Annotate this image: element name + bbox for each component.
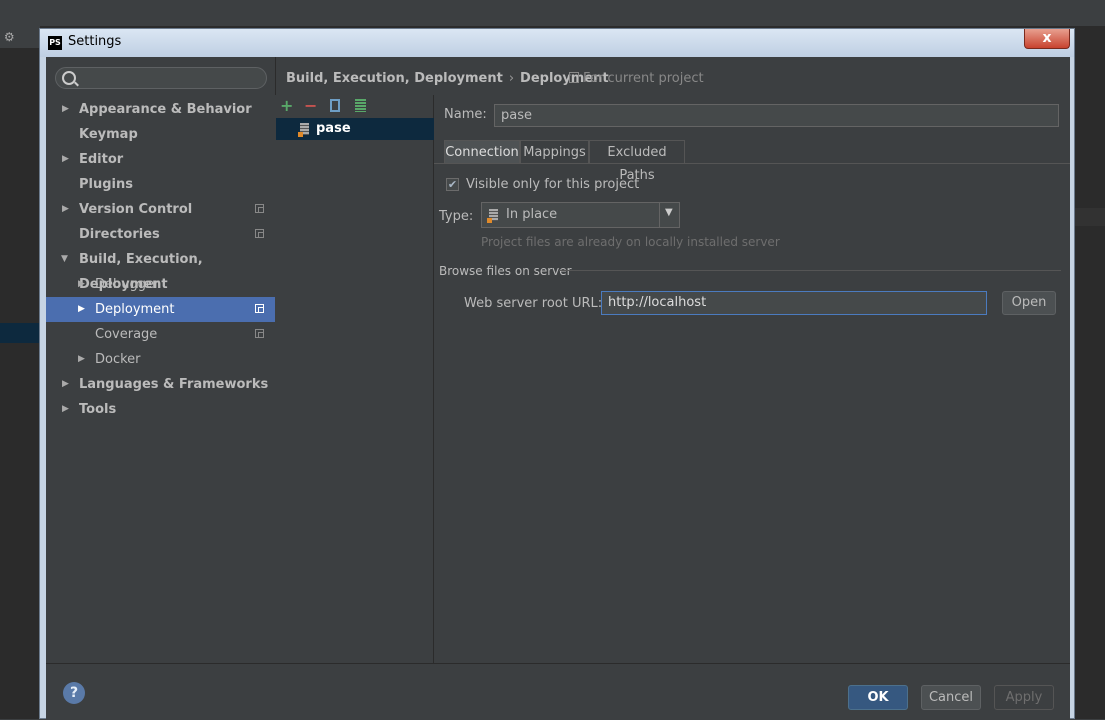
remove-icon[interactable]: − — [304, 96, 317, 115]
sidebar-item-deployment[interactable]: ▶ Deployment — [46, 297, 275, 322]
gear-icon[interactable]: ⚙ — [4, 30, 15, 44]
sidebar-item-coverage[interactable]: Coverage — [46, 322, 275, 347]
add-icon[interactable]: + — [280, 96, 293, 115]
project-scope-icon — [569, 72, 579, 83]
search-input[interactable] — [55, 67, 267, 89]
project-scope-icon — [255, 204, 264, 213]
ide-selected-row — [0, 323, 40, 343]
sidebar-item-languages-frameworks[interactable]: ▶ Languages & Frameworks — [46, 372, 275, 397]
search-icon — [62, 71, 76, 85]
settings-dialog: PS Settings x ▶ Appearance & Behavior Ke… — [39, 28, 1075, 720]
server-icon — [298, 123, 309, 137]
sidebar-item-docker[interactable]: ▶ Docker — [46, 347, 275, 372]
project-scope-icon — [255, 229, 264, 238]
sidebar-item-label: Appearance & Behavior — [79, 102, 252, 117]
chevron-right-icon[interactable]: ▶ — [78, 347, 88, 372]
sidebar-item-label: Deployment — [95, 302, 175, 317]
sidebar-item-tools[interactable]: ▶ Tools — [46, 397, 275, 422]
phpstorm-icon: PS — [48, 36, 62, 50]
web-server-url-field[interactable]: http://localhost — [601, 291, 987, 315]
ok-button[interactable]: OK — [848, 685, 908, 710]
sidebar-item-label: Coverage — [95, 327, 158, 342]
default-server-icon[interactable] — [355, 99, 366, 112]
sidebar-item-label: Version Control — [79, 202, 193, 217]
sidebar-item-label: Debugger — [95, 277, 160, 292]
close-button[interactable]: x — [1024, 29, 1070, 49]
chevron-right-icon[interactable]: ▶ — [62, 197, 72, 222]
sidebar-item-label: Tools — [79, 402, 117, 417]
breadcrumb-separator: › — [508, 71, 515, 86]
type-label: Type: — [439, 209, 474, 224]
tab-connection[interactable]: Connection — [444, 140, 520, 163]
web-server-url-label: Web server root URL: — [464, 296, 603, 311]
section-divider — [559, 270, 1061, 271]
chevron-down-icon[interactable]: ▼ — [665, 207, 673, 218]
sidebar-item-label: Docker — [95, 352, 141, 367]
settings-sidebar: ▶ Appearance & Behavior Keymap ▶ Editor … — [46, 57, 276, 663]
type-hint: Project files are already on locally ins… — [481, 235, 780, 249]
chevron-right-icon[interactable]: ▶ — [62, 397, 72, 422]
breadcrumb: Build, Execution, Deployment › Deployment — [286, 71, 609, 86]
select-divider — [659, 203, 660, 227]
sidebar-item-label: Languages & Frameworks — [79, 377, 269, 392]
type-select[interactable]: In place ▼ — [481, 202, 680, 228]
sidebar-item-label: Directories — [79, 227, 160, 242]
server-list-item[interactable]: pase — [276, 118, 434, 140]
chevron-right-icon[interactable]: ▶ — [78, 297, 88, 322]
sidebar-item-appearance[interactable]: ▶ Appearance & Behavior — [46, 97, 275, 122]
name-label: Name: — [444, 107, 487, 122]
type-select-value: In place — [506, 207, 558, 222]
sidebar-item-label: Editor — [79, 152, 124, 167]
sidebar-item-editor[interactable]: ▶ Editor — [46, 147, 275, 172]
sidebar-item-label: Keymap — [79, 127, 138, 142]
tab-mappings[interactable]: Mappings — [520, 140, 589, 163]
sidebar-item-version-control[interactable]: ▶ Version Control — [46, 197, 275, 222]
visible-only-checkbox[interactable]: ✔ — [446, 178, 459, 191]
ide-toolstrip: ⚙ — [0, 26, 40, 48]
browse-section-title: Browse files on server — [439, 264, 572, 278]
sidebar-item-plugins[interactable]: Plugins — [46, 172, 275, 197]
dialog-content: ▶ Appearance & Behavior Keymap ▶ Editor … — [46, 57, 1070, 720]
chevron-down-icon[interactable]: ▼ — [61, 247, 71, 272]
project-scope-note: For current project — [569, 71, 704, 86]
ide-editor-line — [1073, 208, 1105, 226]
chevron-right-icon[interactable]: ▶ — [62, 147, 72, 172]
cancel-button[interactable]: Cancel — [921, 685, 981, 710]
chevron-right-icon[interactable]: ▶ — [62, 97, 72, 122]
server-name: pase — [316, 121, 351, 136]
tab-excluded-paths[interactable]: Excluded Paths — [589, 140, 685, 183]
footer-divider — [46, 663, 1070, 664]
sidebar-item-keymap[interactable]: Keymap — [46, 122, 275, 147]
ide-top-bar — [0, 0, 1105, 26]
server-list-panel — [275, 95, 434, 663]
window-title: Settings — [68, 34, 122, 49]
breadcrumb-parent[interactable]: Build, Execution, Deployment — [286, 71, 503, 86]
visible-only-label: Visible only for this project — [466, 177, 640, 192]
tab-divider — [434, 163, 1070, 164]
name-field[interactable]: pase — [494, 104, 1059, 127]
chevron-right-icon[interactable]: ▶ — [62, 372, 72, 397]
apply-button[interactable]: Apply — [994, 685, 1054, 710]
project-scope-icon — [255, 329, 264, 338]
title-bar: PS Settings x — [40, 29, 1074, 57]
sidebar-item-build-execution-deployment[interactable]: ▼ Build, Execution, Deployment — [46, 247, 275, 292]
sidebar-item-debugger[interactable]: ▶ Debugger — [46, 272, 275, 297]
chevron-right-icon[interactable]: ▶ — [78, 272, 88, 297]
server-icon — [487, 209, 498, 223]
ide-editor-edge — [1073, 48, 1105, 719]
project-scope-label: For current project — [583, 71, 704, 86]
help-icon[interactable]: ? — [63, 682, 85, 704]
sidebar-item-label: Plugins — [79, 177, 133, 192]
sidebar-item-directories[interactable]: Directories — [46, 222, 275, 247]
open-button[interactable]: Open — [1002, 291, 1056, 315]
project-scope-icon — [255, 304, 264, 313]
copy-icon[interactable] — [330, 99, 340, 112]
